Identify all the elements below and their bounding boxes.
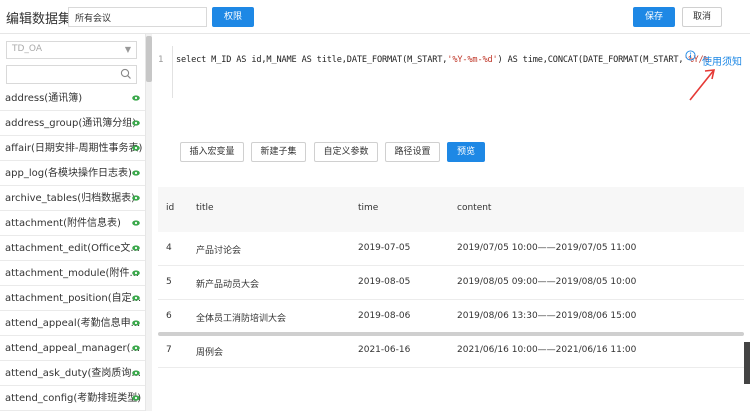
sidebar-table-item[interactable]: attachment_edit(Office文... <box>0 236 145 261</box>
table-item-label: archive_tables(归档数据表) <box>5 193 136 204</box>
eye-icon[interactable] <box>132 120 140 126</box>
new-subset-button[interactable]: 新建子集 <box>251 142 306 162</box>
info-icon[interactable] <box>685 50 696 61</box>
line-number: 1 <box>158 55 164 65</box>
table-cell: 7 <box>166 345 172 355</box>
table-row[interactable]: 4 产品讨论会 2019-07-05 2019/07/05 10:00——2019/0… <box>158 232 744 266</box>
table-cell: 5 <box>166 277 172 287</box>
eye-icon[interactable] <box>132 320 140 326</box>
table-cell: 周例会 <box>196 348 224 358</box>
table-list: address(通讯簿) address_group(通讯簿分组) affair(日… <box>0 86 145 411</box>
table-cell: 2019/08/05 09:00——2019/08/05 10:00 <box>457 277 637 287</box>
eye-icon[interactable] <box>132 170 140 176</box>
table-row[interactable]: 7 周例会 2021-06-16 2021/06/16 10:00——2021/06/… <box>158 334 744 368</box>
table-cell: 2021/06/16 10:00——2021/06/16 11:00 <box>457 345 637 355</box>
table-item-label: attend_config(考勤排班类型) <box>5 393 142 404</box>
preview-button[interactable]: 预览 <box>447 142 485 162</box>
sidebar-table-item[interactable]: attachment_position(自定... <box>0 286 145 311</box>
sql-editor[interactable]: 1 select M_ID AS id,M_NAME AS title,DATE… <box>158 46 743 101</box>
sidebar-table-item[interactable]: attend_ask_duty(查岗质询... <box>0 361 145 386</box>
search-icon <box>120 68 131 79</box>
sidebar-table-item[interactable]: address_group(通讯簿分组) <box>0 111 145 136</box>
save-button[interactable]: 保存 <box>633 7 675 27</box>
main-panel: 1 select M_ID AS id,M_NAME AS title,DATE… <box>152 34 750 411</box>
insert-macro-variable-button[interactable]: 插入宏变量 <box>180 142 244 162</box>
column-header: content <box>457 203 492 213</box>
eye-icon[interactable] <box>132 95 140 101</box>
database-select-value: TD_OA <box>12 44 43 54</box>
table-cell: 4 <box>166 243 172 253</box>
results-horizontal-scrollbar[interactable] <box>158 332 744 336</box>
sidebar-table-item[interactable]: app_log(各模块操作日志表) <box>0 161 145 186</box>
table-item-label: attend_appeal(考勤信息申... <box>5 318 141 329</box>
sidebar-table-item[interactable]: attend_appeal(考勤信息申... <box>0 311 145 336</box>
chevron-down-icon: ▼ <box>124 45 131 54</box>
code-segment: select M_ID AS id,M_NAME AS title,DATE_F… <box>176 55 448 65</box>
editor-gutter <box>172 46 173 98</box>
path-settings-button[interactable]: 路径设置 <box>385 142 440 162</box>
sidebar-table-item[interactable]: attend_appeal_manager(... <box>0 336 145 361</box>
table-row[interactable]: 6 全体员工消防培训大会 2019-08-06 2019/08/06 13:30——2… <box>158 300 744 334</box>
table-cell: 新产品动员大会 <box>196 280 260 290</box>
table-item-label: attachment_module(附件... <box>5 268 139 279</box>
eye-icon[interactable] <box>132 395 140 401</box>
table-cell: 2019/08/06 13:30——2019/08/06 15:00 <box>457 311 637 321</box>
annotation-arrow-icon <box>689 69 716 101</box>
column-header: title <box>196 203 214 213</box>
permission-button[interactable]: 权限 <box>212 7 254 27</box>
database-select[interactable]: TD_OA ▼ <box>6 41 137 59</box>
eye-icon[interactable] <box>132 295 140 301</box>
code-segment: ) AS time,CONCAT(DATE_FORMAT(M_START, <box>497 55 684 65</box>
eye-icon[interactable] <box>132 220 140 226</box>
page-title: 编辑数据集 <box>6 12 72 27</box>
table-cell: 全体员工消防培训大会 <box>196 314 287 324</box>
sidebar-table-item[interactable]: address(通讯簿) <box>0 86 145 111</box>
dataset-name-input[interactable] <box>68 7 207 27</box>
eye-icon[interactable] <box>132 270 140 276</box>
sidebar-table-item[interactable]: attend_config(考勤排班类型) <box>0 386 145 411</box>
eye-icon[interactable] <box>132 195 140 201</box>
sidebar-table-item[interactable]: attachment_module(附件... <box>0 261 145 286</box>
table-item-label: attend_ask_duty(查岗质询... <box>5 368 141 379</box>
eye-icon[interactable] <box>132 370 140 376</box>
eye-icon[interactable] <box>132 145 140 151</box>
custom-params-button[interactable]: 自定义参数 <box>314 142 378 162</box>
sidebar-table-item[interactable]: affair(日期安排-周期性事务表) <box>0 136 145 161</box>
table-row[interactable]: 5 新产品动员大会 2019-08-05 2019/08/05 09:00——2019… <box>158 266 744 300</box>
sidebar-table-item[interactable]: attachment(附件信息表) <box>0 211 145 236</box>
table-item-label: attachment_position(自定... <box>5 293 142 304</box>
table-search-input[interactable] <box>6 65 137 84</box>
table-sidebar: TD_OA ▼ address(通讯簿) address_group(通讯簿分组)… <box>0 34 146 411</box>
column-header: id <box>166 203 175 213</box>
table-cell: 2019-08-05 <box>358 277 411 287</box>
eye-icon[interactable] <box>132 345 140 351</box>
eye-icon[interactable] <box>132 245 140 251</box>
table-item-label: attachment_edit(Office文... <box>5 243 140 254</box>
table-cell: 6 <box>166 311 172 321</box>
table-item-label: attachment(附件信息表) <box>5 218 121 229</box>
page-scrollbar-thumb[interactable] <box>744 342 750 384</box>
preview-results-table: id title time content 4 产品讨论会 2019-07-05 2019/… <box>158 187 744 368</box>
table-item-label: address_group(通讯簿分组) <box>5 118 137 129</box>
top-bar: 编辑数据集 权限 保存 取消 <box>0 0 750 34</box>
table-cell: 产品讨论会 <box>196 246 242 256</box>
table-item-label: affair(日期安排-周期性事务表) <box>5 143 143 154</box>
table-cell: 2021-06-16 <box>358 345 411 355</box>
table-cell: 2019-08-06 <box>358 311 411 321</box>
code-string: '%Y-%m-%d' <box>447 55 498 65</box>
table-cell: 2019-07-05 <box>358 243 411 253</box>
sql-code-line[interactable]: select M_ID AS id,M_NAME AS title,DATE_F… <box>176 55 709 65</box>
cancel-button[interactable]: 取消 <box>682 7 722 27</box>
table-cell: 2019/07/05 10:00——2019/07/05 11:00 <box>457 243 637 253</box>
table-item-label: address(通讯簿) <box>5 93 83 104</box>
table-item-label: app_log(各模块操作日志表) <box>5 168 132 179</box>
table-header: id title time content <box>158 187 744 232</box>
sidebar-table-item[interactable]: archive_tables(归档数据表) <box>0 186 145 211</box>
column-header: time <box>358 203 379 213</box>
table-item-label: attend_appeal_manager(... <box>5 343 141 354</box>
